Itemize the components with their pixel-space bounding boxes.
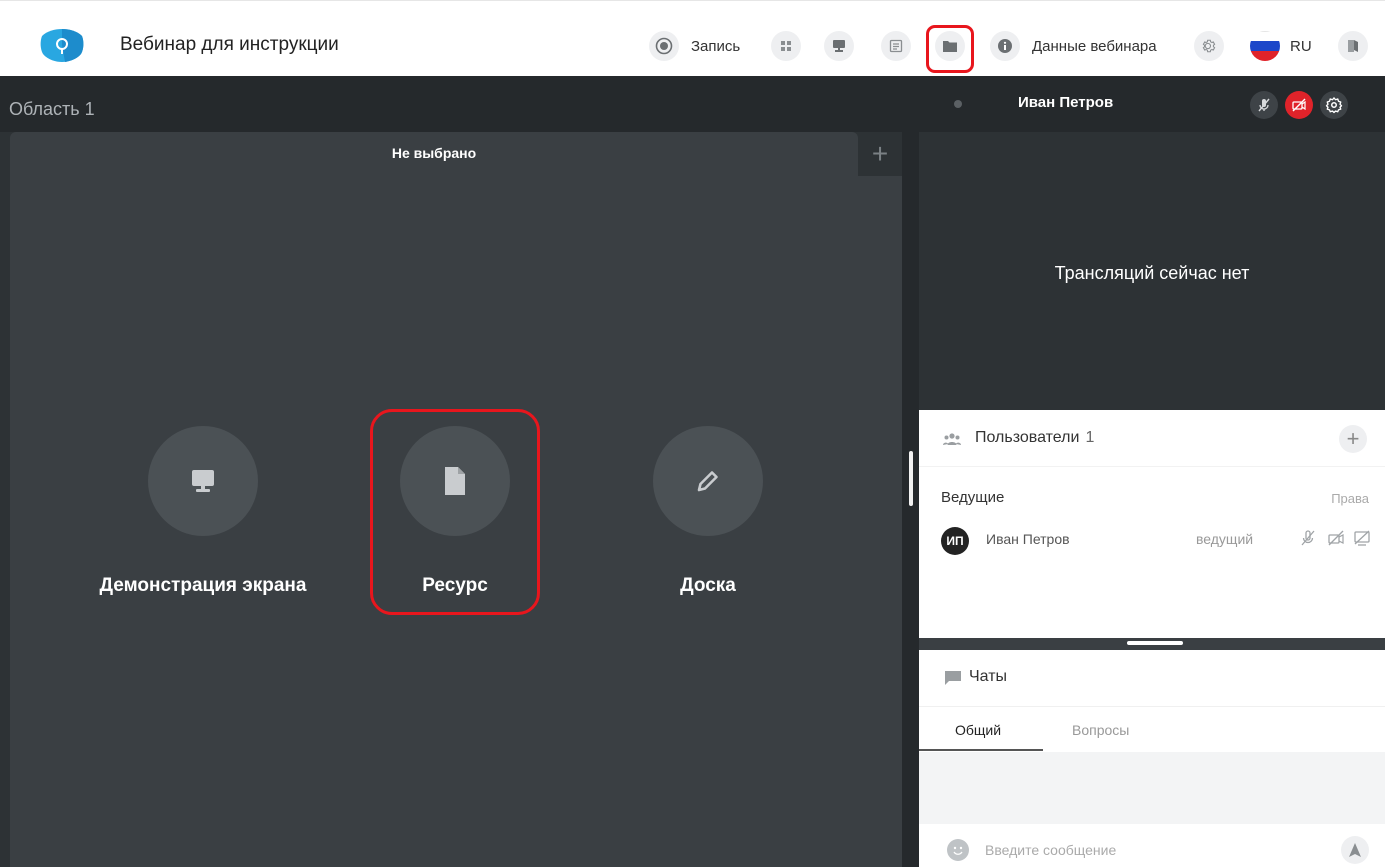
panel-divider[interactable] (902, 76, 919, 867)
chat-input-row (919, 824, 1385, 867)
layout-button[interactable] (771, 29, 801, 63)
screen-share-button[interactable] (824, 29, 854, 63)
tab-not-selected[interactable]: Не выбрано (10, 132, 858, 176)
chat-panel: Чаты Общий Вопросы (919, 650, 1385, 867)
pencil-icon (653, 426, 763, 536)
add-tab-button[interactable]: + (858, 132, 902, 176)
panel-splitter[interactable] (919, 638, 1385, 650)
mic-toggle-button[interactable] (1250, 91, 1278, 119)
avatar: ИП (941, 527, 969, 555)
area-header: Область 1 (0, 76, 910, 132)
users-title-text: Пользователи (975, 429, 1080, 446)
record-label: Запись (691, 37, 741, 55)
presenter-name: Иван Петров (1018, 94, 1114, 111)
exit-button[interactable] (1338, 29, 1368, 63)
status-dot (954, 100, 962, 108)
info-icon (990, 31, 1020, 61)
record-button[interactable]: Запись (649, 29, 740, 63)
chat-title: Чаты (969, 668, 1008, 685)
send-button[interactable] (1341, 836, 1369, 864)
chat-icon (945, 671, 961, 685)
video-settings-button[interactable] (1320, 91, 1348, 119)
users-list: Ведущие Права ИП Иван Петров ведущий (919, 466, 1385, 638)
screen-share-option[interactable]: Демонстрация экрана (93, 426, 313, 598)
gear-icon (1194, 31, 1224, 61)
workspace-area: Область 1 Не выбрано + Демонстрация экра… (0, 76, 910, 867)
video-panel: Иван Петров Трансляций сейчас нет (919, 76, 1385, 410)
user-name: Иван Петров (986, 531, 1070, 547)
chat-messages (919, 752, 1385, 824)
russia-flag-icon (1250, 31, 1280, 61)
users-header: Пользователи 1 + (919, 410, 1385, 466)
mic-off-icon (1258, 98, 1270, 112)
hosts-group-label: Ведущие (941, 489, 1005, 506)
logo-icon (40, 29, 84, 62)
chat-tabs: Общий Вопросы (919, 706, 1385, 752)
language-selector[interactable]: RU (1250, 29, 1312, 63)
message-input[interactable] (985, 839, 1315, 861)
record-icon (649, 31, 679, 61)
notes-button[interactable] (881, 29, 911, 63)
no-broadcast-message: Трансляций сейчас нет (1054, 263, 1250, 283)
folder-highlight-frame (926, 25, 974, 73)
whiteboard-option[interactable]: Доска (598, 426, 818, 598)
exit-icon (1338, 31, 1368, 61)
settings-button[interactable] (1194, 29, 1224, 63)
grid-icon (771, 31, 801, 61)
users-count: 1 (1085, 429, 1095, 446)
tab-questions[interactable]: Вопросы (1072, 722, 1129, 738)
monitor-icon (148, 426, 258, 536)
user-role: ведущий (1196, 531, 1254, 547)
whiteboard-label: Доска (680, 575, 736, 596)
monitor-icon (824, 31, 854, 61)
video-header: Иван Петров (919, 76, 1385, 132)
webinar-data-label: Данные вебинара (1032, 37, 1157, 55)
notes-icon (881, 31, 911, 61)
emoji-icon[interactable] (947, 839, 969, 861)
tab-label: Не выбрано (391, 145, 477, 161)
screen-off-icon[interactable] (1353, 529, 1371, 547)
divider-handle[interactable] (909, 451, 913, 506)
area-title: Область 1 (9, 99, 95, 119)
top-bar: Вебинар для инструкции Запись Данные веб… (0, 0, 1385, 76)
gear-icon (1325, 97, 1343, 114)
mic-off-icon[interactable] (1299, 529, 1317, 547)
active-tab-indicator (919, 749, 1043, 751)
users-icon (943, 433, 961, 445)
resource-highlight-frame (370, 409, 540, 615)
rights-label: Права (1331, 491, 1369, 506)
camera-toggle-button[interactable] (1285, 91, 1313, 119)
splitter-grip[interactable] (1127, 641, 1183, 645)
add-user-button[interactable]: + (1339, 425, 1367, 453)
tab-general[interactable]: Общий (955, 722, 1001, 738)
camera-off-icon[interactable] (1327, 529, 1345, 547)
users-title: Пользователи 1 (975, 429, 1094, 447)
language-label: RU (1290, 37, 1312, 55)
webinar-title: Вебинар для инструкции (120, 34, 339, 55)
screen-share-label: Демонстрация экрана (99, 575, 307, 596)
camera-off-icon (1292, 98, 1306, 112)
users-panel: Пользователи 1 + Ведущие Права ИП Иван Пе… (919, 410, 1385, 638)
send-icon (1349, 843, 1361, 857)
webinar-data-button[interactable]: Данные вебинара (990, 29, 1157, 63)
